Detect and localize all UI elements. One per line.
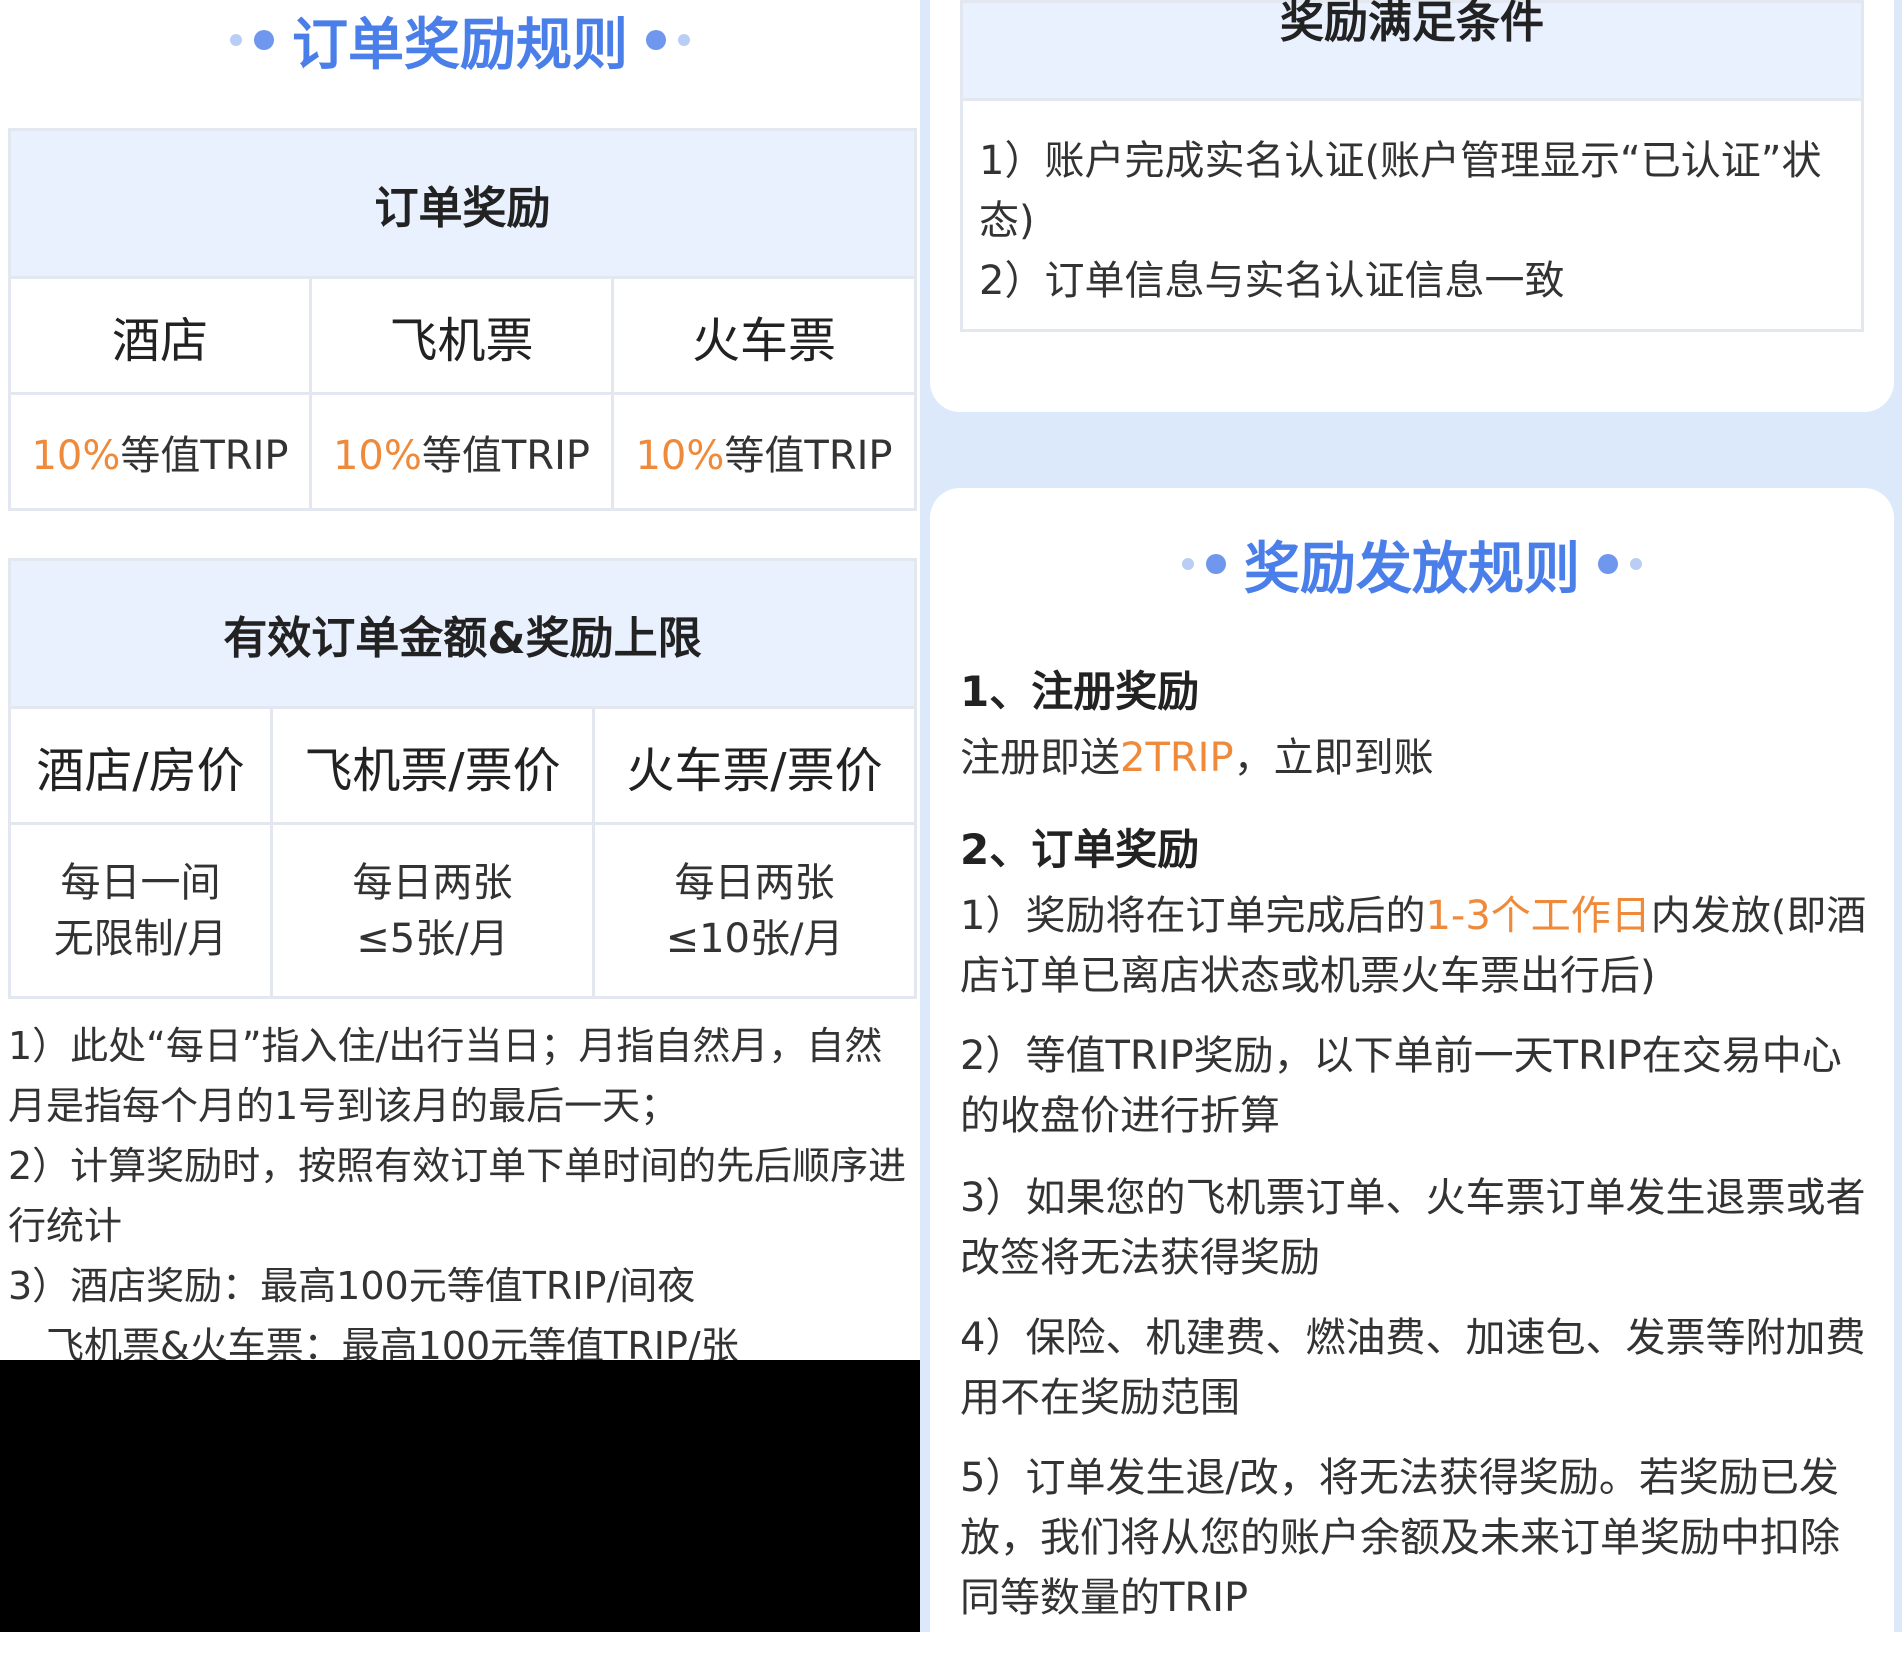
conditions-box: 奖励满足条件 1）账户完成实名认证(账户管理显示“已认证”状态) 2）订单信息与… <box>960 0 1864 332</box>
limit-hotel: 每日一间 无限制/月 <box>8 822 273 999</box>
limit-header: 有效订单金额&奖励上限 <box>7 558 918 709</box>
decor-dots-left <box>1182 554 1226 574</box>
order-rules-title: 订单奖励规则 <box>0 0 920 80</box>
col-train: 火车票 <box>610 276 918 395</box>
col-flight-price: 飞机票/票价 <box>270 706 595 825</box>
order-reward-table: 订单奖励 酒店 飞机票 火车票 10%等值TRIP 10%等值TRIP 10%等… <box>7 128 918 511</box>
col-train-price: 火车票/票价 <box>591 706 918 825</box>
condition-1: 1）账户完成实名认证(账户管理显示“已认证”状态) <box>979 138 1822 244</box>
register-heading: 1、注册奖励 <box>960 667 1200 716</box>
conditions-card: 奖励满足条件 1）账户完成实名认证(账户管理显示“已认证”状态) 2）订单信息与… <box>930 0 1894 412</box>
limit-flight: 每日两张 ≤5张/月 <box>270 822 595 999</box>
rule-1: 1）奖励将在订单完成后的1-3个工作日内发放(即酒店订单已离店状态或机票火车票出… <box>960 893 1867 999</box>
distribution-card: 奖励发放规则 1、注册奖励 注册即送2TRIP，立即到账 2、订单奖励 1）奖励… <box>930 488 1894 1668</box>
decor-dots-left <box>230 30 274 50</box>
right-panel: 奖励满足条件 1）账户完成实名认证(账户管理显示“已认证”状态) 2）订单信息与… <box>920 0 1902 1668</box>
distribution-title: 奖励发放规则 <box>930 524 1894 604</box>
reward-flight: 10%等值TRIP <box>309 392 614 511</box>
register-text: 注册即送2TRIP，立即到账 <box>960 735 1434 781</box>
order-rules-panel: 订单奖励规则 订单奖励 酒店 飞机票 火车票 10%等值TRIP 10%等值TR… <box>0 0 920 1368</box>
decor-dots-right <box>646 30 690 50</box>
col-hotel-price: 酒店/房价 <box>8 706 273 825</box>
conditions-header: 奖励满足条件 <box>963 1 1861 101</box>
rule-3: 3）如果您的飞机票订单、火车票订单发生退票或者改签将无法获得奖励 <box>960 1175 1866 1281</box>
order-notes: 1）此处“每日”指入住/出行当日；月指自然月，自然月是指每个月的1号到该月的最后… <box>8 1016 908 1376</box>
limit-table: 有效订单金额&奖励上限 酒店/房价 飞机票/票价 火车票/票价 每日一间 无限制/… <box>7 558 918 999</box>
conditions-body: 1）账户完成实名认证(账户管理显示“已认证”状态) 2）订单信息与实名认证信息一… <box>963 101 1861 311</box>
limit-train: 每日两张 ≤10张/月 <box>591 822 918 999</box>
order-reward-header: 订单奖励 <box>7 128 918 279</box>
col-hotel: 酒店 <box>8 276 312 395</box>
order-rules-title-text: 订单奖励规则 <box>292 12 628 78</box>
rule-2: 2）等值TRIP奖励，以下单前一天TRIP在交易中心的收盘价进行折算 <box>960 1033 1842 1139</box>
col-flight: 飞机票 <box>309 276 614 395</box>
distribution-title-text: 奖励发放规则 <box>1244 536 1580 602</box>
condition-2: 2）订单信息与实名认证信息一致 <box>979 258 1565 304</box>
rule-5: 5）订单发生退/改，将无法获得奖励。若奖励已发放，我们将从您的账户余额及未来订单… <box>960 1455 1840 1621</box>
note-1: 1）此处“每日”指入住/出行当日；月指自然月，自然月是指每个月的1号到该月的最后… <box>8 1024 883 1128</box>
note-3: 3）酒店奖励：最高100元等值TRIP/间夜 <box>8 1264 696 1308</box>
rule-4: 4）保险、机建费、燃油费、加速包、发票等附加费用不在奖励范围 <box>960 1315 1866 1421</box>
decor-dots-right <box>1598 554 1642 574</box>
note-2: 2）计算奖励时，按照有效订单下单时间的先后顺序进行统计 <box>8 1144 907 1248</box>
reward-train: 10%等值TRIP <box>610 392 918 511</box>
order-heading: 2、订单奖励 <box>960 825 1200 874</box>
reward-hotel: 10%等值TRIP <box>8 392 312 511</box>
black-overlay <box>0 1360 920 1632</box>
